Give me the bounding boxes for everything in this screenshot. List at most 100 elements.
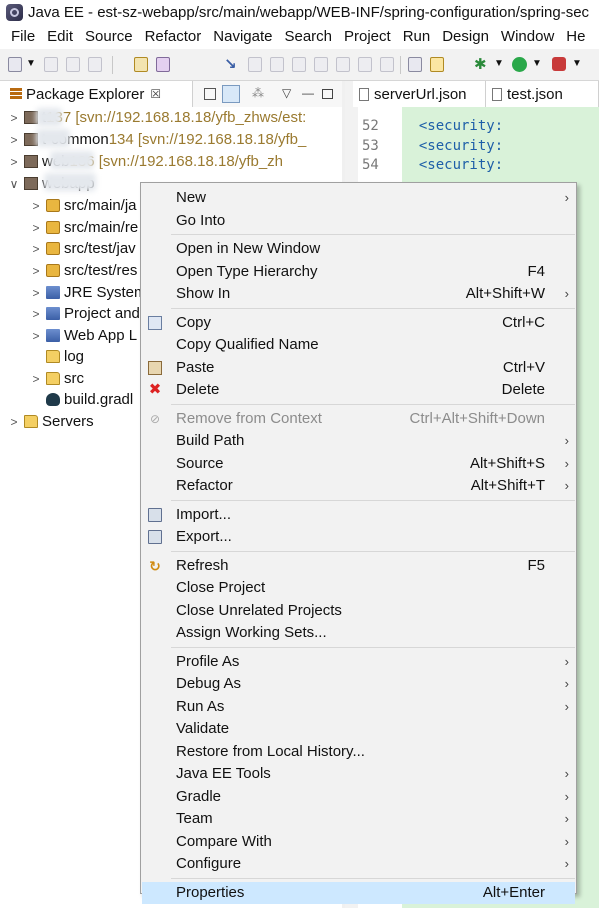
menu-item-new[interactable]: New ›	[142, 187, 575, 209]
menu-navigate[interactable]: Navigate	[207, 25, 278, 49]
menu-item-properties[interactable]: Properties Alt+Enter	[142, 881, 575, 904]
menu-item-delete[interactable]: ✖ Delete Delete	[142, 379, 575, 401]
menu-item-show-in[interactable]: Show In Alt+Shift+W ›	[142, 283, 575, 305]
collapse-chevron-icon[interactable]: >	[8, 133, 20, 147]
menu-item-debug-as[interactable]: Debug As ›	[142, 673, 575, 695]
tree-item[interactable]: > Web App L	[30, 325, 137, 346]
menu-item-profile-as[interactable]: Profile As ›	[142, 651, 575, 673]
terminate-icon[interactable]	[292, 57, 306, 72]
menu-item-run-as[interactable]: Run As ›	[142, 696, 575, 718]
tree-item[interactable]: log	[30, 346, 84, 367]
menu-window[interactable]: Window	[495, 25, 560, 49]
collapse-chevron-icon[interactable]: >	[30, 329, 42, 343]
menu-item-source[interactable]: Source Alt+Shift+S ›	[142, 453, 575, 475]
save-icon[interactable]	[44, 57, 58, 72]
external-tools-icon[interactable]	[552, 57, 566, 71]
collapse-chevron-icon[interactable]: >	[30, 286, 42, 300]
collapse-chevron-icon[interactable]: >	[8, 415, 20, 429]
view-menu-icon[interactable]: ▽	[282, 86, 291, 100]
tree-item[interactable]: > Servers	[8, 411, 93, 432]
collapse-all-icon[interactable]	[204, 88, 216, 100]
redacted-area	[44, 173, 96, 191]
menu-item-team[interactable]: Team ›	[142, 808, 575, 830]
tree-item[interactable]: > Project and	[30, 303, 139, 324]
menu-item-configure[interactable]: Configure ›	[142, 853, 575, 875]
collapse-chevron-icon[interactable]: >	[30, 307, 42, 321]
menu-item-restore-from-local-history[interactable]: Restore from Local History...	[142, 741, 575, 763]
view-menu-filter-icon[interactable]: ⁂	[252, 86, 264, 100]
tree-item[interactable]: > JRE System	[30, 282, 146, 303]
collapse-chevron-icon[interactable]: >	[30, 264, 42, 278]
menu-he[interactable]: He	[560, 25, 591, 49]
collapse-chevron-icon[interactable]: >	[30, 372, 42, 386]
menu-source[interactable]: Source	[79, 25, 139, 49]
library-icon	[46, 329, 60, 342]
print-icon[interactable]	[88, 57, 102, 72]
step-over-icon[interactable]	[358, 57, 372, 72]
use-step-filters-icon[interactable]	[408, 57, 422, 72]
maximize-icon[interactable]	[322, 89, 333, 99]
menu-item-close-unrelated-projects[interactable]: Close Unrelated Projects	[142, 600, 575, 622]
menu-item-copy-qualified-name[interactable]: Copy Qualified Name	[142, 334, 575, 356]
save-all-icon[interactable]	[66, 57, 80, 72]
collapse-chevron-icon[interactable]: >	[8, 111, 20, 125]
suspend-icon[interactable]	[270, 57, 284, 72]
menu-refactor[interactable]: Refactor	[139, 25, 208, 49]
link-with-editor-icon[interactable]	[222, 85, 240, 103]
run-icon[interactable]	[512, 57, 527, 72]
menu-edit[interactable]: Edit	[41, 25, 79, 49]
step-return-icon[interactable]	[380, 57, 394, 72]
menu-item-open-in-new-window[interactable]: Open in New Window	[142, 238, 575, 260]
collapse-chevron-icon[interactable]: >	[30, 242, 42, 256]
collapse-chevron-icon[interactable]: >	[30, 199, 42, 213]
toggle-mark-icon[interactable]	[430, 57, 444, 72]
tree-item[interactable]: > src	[30, 368, 84, 389]
new-icon[interactable]	[8, 57, 22, 72]
tree-item[interactable]: > src/main/re	[30, 217, 138, 238]
open-type-icon[interactable]	[134, 57, 148, 72]
tree-item[interactable]: build.gradl	[30, 389, 133, 410]
run-dropdown-arrow-icon[interactable]: ▼	[532, 58, 542, 73]
menu-item-open-type-hierarchy[interactable]: Open Type Hierarchy F4	[142, 261, 575, 283]
menu-project[interactable]: Project	[338, 25, 397, 49]
menu-item-gradle[interactable]: Gradle ›	[142, 786, 575, 808]
window-title: Java EE - est-sz-webapp/src/main/webapp/…	[28, 4, 590, 21]
tree-item[interactable]: > src/test/res	[30, 260, 137, 281]
disconnect-icon[interactable]	[314, 57, 328, 72]
menu-item-close-project[interactable]: Close Project	[142, 577, 575, 599]
tree-item[interactable]: > src/main/ja	[30, 195, 136, 216]
close-icon[interactable]: ☒	[150, 87, 161, 101]
menu-search[interactable]: Search	[278, 25, 338, 49]
menu-item-paste[interactable]: Paste Ctrl+V	[142, 357, 575, 379]
expand-chevron-icon[interactable]: ∨	[8, 177, 20, 191]
menu-design[interactable]: Design	[436, 25, 495, 49]
menu-item-build-path[interactable]: Build Path ›	[142, 430, 575, 452]
menu-item-refactor[interactable]: Refactor Alt+Shift+T ›	[142, 475, 575, 497]
debug-icon[interactable]: ✱	[474, 55, 487, 73]
open-task-icon[interactable]	[156, 57, 170, 72]
menu-file[interactable]: File	[0, 25, 41, 49]
minimize-icon[interactable]: —	[302, 86, 314, 100]
tree-item[interactable]: > src/test/jav	[30, 238, 135, 259]
menu-item-compare-with[interactable]: Compare With ›	[142, 831, 575, 853]
menu-item-go-into[interactable]: Go Into	[142, 210, 575, 232]
menu-item-import[interactable]: Import...	[142, 504, 575, 526]
step-into-icon[interactable]	[336, 57, 350, 72]
editor-tab-test[interactable]: test.json	[486, 81, 599, 107]
new-dropdown-arrow-icon[interactable]: ▼	[26, 58, 36, 73]
editor-tab-serverurl[interactable]: serverUrl.json	[353, 81, 486, 107]
menu-item-assign-working-sets[interactable]: Assign Working Sets...	[142, 622, 575, 644]
menu-item-refresh[interactable]: ↻ Refresh F5	[142, 555, 575, 577]
external-tools-dropdown-arrow-icon[interactable]: ▼	[572, 58, 582, 73]
menu-item-export[interactable]: Export...	[142, 526, 575, 548]
resume-icon[interactable]	[248, 57, 262, 72]
menu-run[interactable]: Run	[397, 25, 437, 49]
package-explorer-tab[interactable]: Package Explorer ☒	[0, 81, 193, 107]
collapse-chevron-icon[interactable]: >	[30, 221, 42, 235]
menu-item-copy[interactable]: Copy Ctrl+C	[142, 312, 575, 334]
menu-item-validate[interactable]: Validate	[142, 718, 575, 740]
collapse-chevron-icon[interactable]: >	[8, 155, 20, 169]
menu-item-java-ee-tools[interactable]: Java EE Tools ›	[142, 763, 575, 785]
skip-breakpoints-icon[interactable]: ↘	[224, 55, 237, 73]
debug-dropdown-arrow-icon[interactable]: ▼	[494, 58, 504, 73]
